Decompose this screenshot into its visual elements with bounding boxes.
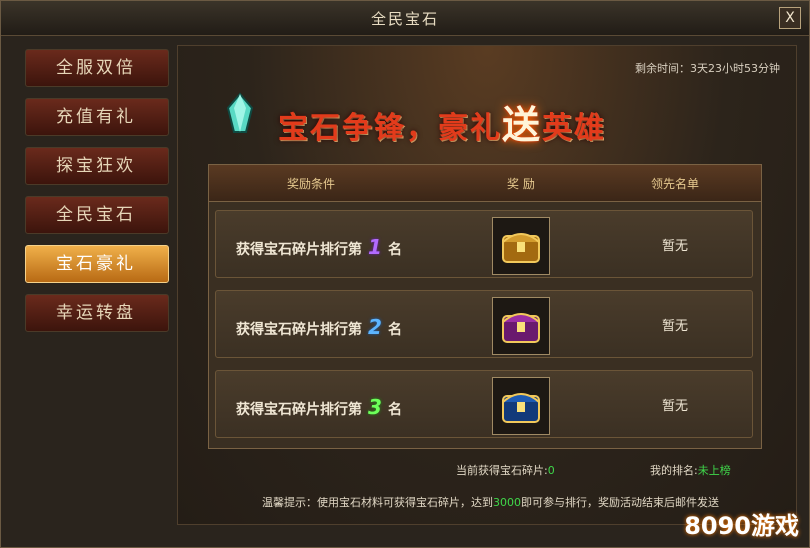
leader-name: 暂无 xyxy=(662,319,689,334)
tip-prefix: 温馨提示：使用宝石材料可获得宝石碎片，达到 xyxy=(262,496,493,509)
leader-name: 暂无 xyxy=(662,399,689,414)
banner-part1: 宝石争锋，豪礼 xyxy=(278,111,502,146)
event-banner: 宝石争锋，豪礼送英雄 xyxy=(220,86,740,149)
countdown-timer: 剩余时间：3天23小时53分钟 xyxy=(635,62,780,75)
table-header: 奖励条件 奖 励 领先名单 xyxy=(209,165,761,202)
my-rank-value: 未上榜 xyxy=(697,464,731,477)
tip-text: 温馨提示：使用宝石材料可获得宝石碎片，达到3000即可参与排行，奖励活动结束后邮… xyxy=(262,494,719,510)
rank-condition: 获得宝石碎片排行第 3 名 xyxy=(236,395,402,419)
my-rank: 我的排名:未上榜 xyxy=(650,462,731,478)
window-title: 全民宝石 xyxy=(370,10,439,28)
gold-chest-icon xyxy=(502,233,540,263)
rank-number: 1 xyxy=(368,235,382,259)
sidebar-item-lucky-wheel[interactable]: 幸运转盘 xyxy=(25,294,169,332)
table-row: 获得宝石碎片排行第 2 名 暂无 xyxy=(215,290,753,358)
purple-chest-icon xyxy=(502,313,540,343)
condition-suffix: 名 xyxy=(388,242,402,258)
current-fragments: 当前获得宝石碎片:0 xyxy=(456,462,555,478)
table-row: 获得宝石碎片排行第 3 名 暂无 xyxy=(215,370,753,438)
event-window: 全民宝石 X 全服双倍 充值有礼 探宝狂欢 全民宝石 宝石豪礼 幸运转盘 剩余时… xyxy=(0,0,810,548)
blue-chest-icon[interactable] xyxy=(492,377,550,435)
fragments-value: 0 xyxy=(547,464,555,477)
sidebar-item-double[interactable]: 全服双倍 xyxy=(25,49,169,87)
sidebar-item-treasure[interactable]: 探宝狂欢 xyxy=(25,147,169,185)
title-bar: 全民宝石 X xyxy=(1,1,809,36)
purple-chest-icon[interactable] xyxy=(492,297,550,355)
watermark-logo: 8090游戏 xyxy=(684,512,799,540)
condition-suffix: 名 xyxy=(388,322,402,338)
sidebar-item-recharge[interactable]: 充值有礼 xyxy=(25,98,169,136)
tip-threshold: 3000 xyxy=(493,496,521,509)
condition-prefix: 获得宝石碎片排行第 xyxy=(236,322,362,338)
sidebar-item-label: 探宝狂欢 xyxy=(56,156,136,176)
sidebar-item-label: 宝石豪礼 xyxy=(56,254,136,274)
my-rank-label: 我的排名: xyxy=(650,464,698,477)
rank-condition: 获得宝石碎片排行第 1 名 xyxy=(236,235,402,259)
banner-text: 宝石争锋，豪礼送英雄 xyxy=(278,94,606,149)
rank-number: 2 xyxy=(368,315,382,339)
condition-prefix: 获得宝石碎片排行第 xyxy=(236,402,362,418)
rank-condition: 获得宝石碎片排行第 2 名 xyxy=(236,315,402,339)
sidebar-item-gem-gift[interactable]: 宝石豪礼 xyxy=(25,245,169,283)
main-panel: 剩余时间：3天23小时53分钟 宝石争锋，豪礼送英雄 奖励条件 奖 励 领先名单… xyxy=(177,45,797,525)
banner-part2: 英雄 xyxy=(542,111,607,146)
banner-highlight: 送 xyxy=(502,102,543,147)
sidebar-item-label: 充值有礼 xyxy=(56,107,136,127)
sidebar-item-label: 全服双倍 xyxy=(56,58,136,78)
rank-number: 3 xyxy=(368,395,382,419)
fragments-label: 当前获得宝石碎片: xyxy=(456,464,548,477)
leader-name: 暂无 xyxy=(662,239,689,254)
sidebar-item-gem[interactable]: 全民宝石 xyxy=(25,196,169,234)
header-leader: 领先名单 xyxy=(651,177,700,191)
header-condition: 奖励条件 xyxy=(287,177,336,191)
close-button[interactable]: X xyxy=(779,7,801,29)
condition-suffix: 名 xyxy=(388,402,402,418)
header-reward: 奖 励 xyxy=(507,177,535,191)
blue-chest-icon xyxy=(502,393,540,423)
sidebar: 全服双倍 充值有礼 探宝狂欢 全民宝石 宝石豪礼 幸运转盘 xyxy=(19,41,171,529)
gold-chest-icon[interactable] xyxy=(492,217,550,275)
reward-table: 奖励条件 奖 励 领先名单 获得宝石碎片排行第 1 名 暂无 获得宝石碎片排行第 2 名 xyxy=(208,164,762,449)
sidebar-item-label: 幸运转盘 xyxy=(56,303,136,323)
crystal-icon xyxy=(226,92,254,133)
table-row: 获得宝石碎片排行第 1 名 暂无 xyxy=(215,210,753,278)
sidebar-item-label: 全民宝石 xyxy=(56,205,136,225)
condition-prefix: 获得宝石碎片排行第 xyxy=(236,242,362,258)
